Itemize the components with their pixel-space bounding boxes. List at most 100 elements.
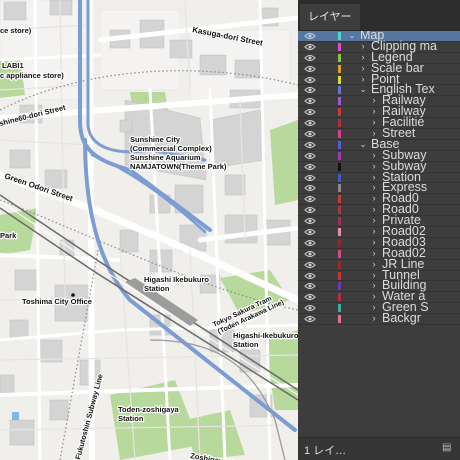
visibility-eye-icon[interactable] bbox=[304, 250, 316, 258]
layer-row[interactable]: › Road02 bbox=[298, 225, 460, 238]
layer-row[interactable]: › Road02 bbox=[298, 246, 460, 260]
label-park: Park bbox=[0, 231, 17, 240]
layer-color-swatch bbox=[338, 64, 341, 73]
label-commercial-complex: (Commercial Complex) bbox=[130, 144, 212, 153]
layer-row[interactable]: › Railway bbox=[298, 105, 460, 119]
layer-color-swatch bbox=[338, 315, 341, 324]
layer-row[interactable]: › Subway bbox=[298, 148, 460, 162]
tab-layers[interactable]: レイヤー bbox=[300, 4, 360, 30]
layer-row[interactable]: ⌄ English Tex bbox=[298, 83, 460, 97]
visibility-eye-icon[interactable] bbox=[304, 174, 316, 182]
expand-chevron-icon[interactable]: › bbox=[359, 63, 367, 72]
visibility-eye-icon[interactable] bbox=[304, 239, 316, 247]
expand-chevron-icon[interactable]: › bbox=[359, 74, 367, 83]
visibility-eye-icon[interactable] bbox=[304, 54, 316, 62]
layer-color-swatch bbox=[338, 140, 341, 149]
water-area bbox=[12, 412, 19, 420]
expand-chevron-icon[interactable]: › bbox=[370, 194, 378, 203]
map-canvas[interactable]: ce store) LABI1 c appliance store) Kasug… bbox=[0, 0, 298, 460]
layer-row[interactable]: › Backgr bbox=[298, 311, 460, 326]
expand-chevron-icon[interactable]: › bbox=[370, 96, 378, 105]
collapse-chevron-icon[interactable]: ⌄ bbox=[359, 139, 367, 148]
label-toden-zoshigaya: Toden-zoshigaya bbox=[118, 405, 180, 414]
expand-chevron-icon[interactable]: › bbox=[370, 107, 378, 116]
layers-panel: レイヤー ⌄ Map › Clipping ma › Legend › Scale bar › P… bbox=[298, 0, 460, 460]
layer-color-swatch bbox=[338, 282, 341, 291]
expand-chevron-icon[interactable]: › bbox=[370, 248, 378, 257]
expand-chevron-icon[interactable]: › bbox=[359, 41, 367, 50]
layer-color-swatch bbox=[338, 173, 341, 182]
expand-chevron-icon[interactable]: › bbox=[370, 292, 378, 301]
visibility-eye-icon[interactable] bbox=[304, 152, 316, 160]
expand-chevron-icon[interactable]: › bbox=[370, 281, 378, 290]
visibility-eye-icon[interactable] bbox=[304, 206, 316, 214]
visibility-eye-icon[interactable] bbox=[304, 119, 316, 127]
app-window: ce store) LABI1 c appliance store) Kasug… bbox=[0, 0, 460, 460]
expand-chevron-icon[interactable]: › bbox=[370, 270, 378, 279]
layer-row[interactable]: › Road0 bbox=[298, 203, 460, 217]
expand-chevron-icon[interactable]: › bbox=[370, 118, 378, 127]
visibility-eye-icon[interactable] bbox=[304, 217, 316, 225]
expand-chevron-icon[interactable]: › bbox=[370, 259, 378, 268]
visibility-eye-icon[interactable] bbox=[304, 261, 316, 269]
layer-row[interactable]: › Building bbox=[298, 279, 460, 293]
expand-chevron-icon[interactable]: › bbox=[359, 52, 367, 61]
visibility-eye-icon[interactable] bbox=[304, 293, 316, 301]
expand-chevron-icon[interactable]: › bbox=[370, 303, 378, 312]
visibility-eye-icon[interactable] bbox=[304, 97, 316, 105]
visibility-eye-icon[interactable] bbox=[304, 304, 316, 312]
layer-color-swatch bbox=[338, 249, 341, 258]
layer-color-swatch bbox=[338, 260, 341, 269]
visibility-eye-icon[interactable] bbox=[304, 315, 316, 323]
expand-chevron-icon[interactable]: › bbox=[370, 227, 378, 236]
visibility-eye-icon[interactable] bbox=[304, 43, 316, 51]
visibility-eye-icon[interactable] bbox=[304, 282, 316, 290]
layer-color-swatch bbox=[338, 228, 341, 237]
layer-list[interactable]: ⌄ Map › Clipping ma › Legend › Scale bar › Point ⌄… bbox=[298, 31, 460, 437]
panel-menu-icon[interactable]: ▤ bbox=[442, 442, 456, 454]
layer-row[interactable]: › Express bbox=[298, 181, 460, 195]
expand-chevron-icon[interactable]: › bbox=[370, 205, 378, 214]
layer-name: Backgr bbox=[382, 311, 421, 326]
label-station-1: Station bbox=[144, 284, 170, 293]
expand-chevron-icon[interactable]: › bbox=[370, 216, 378, 225]
label-appliance: c appliance store) bbox=[0, 71, 64, 80]
visibility-eye-icon[interactable] bbox=[304, 184, 316, 192]
visibility-eye-icon[interactable] bbox=[304, 228, 316, 236]
visibility-eye-icon[interactable] bbox=[304, 195, 316, 203]
layer-color-swatch bbox=[338, 206, 341, 215]
visibility-eye-icon[interactable] bbox=[304, 86, 316, 94]
layer-row[interactable]: › Green S bbox=[298, 301, 460, 315]
layer-row[interactable]: › Station bbox=[298, 170, 460, 184]
visibility-eye-icon[interactable] bbox=[304, 272, 316, 280]
label-toshima-city-office: Toshima City Office bbox=[22, 297, 92, 306]
expand-chevron-icon[interactable]: › bbox=[370, 183, 378, 192]
layer-row[interactable]: › Subway bbox=[298, 159, 460, 173]
visibility-eye-icon[interactable] bbox=[304, 108, 316, 116]
visibility-eye-icon[interactable] bbox=[304, 163, 316, 171]
expand-chevron-icon[interactable]: › bbox=[370, 314, 378, 323]
layer-row[interactable]: › Road0 bbox=[298, 192, 460, 206]
layer-row[interactable]: › JR Line bbox=[298, 257, 460, 271]
expand-chevron-icon[interactable]: › bbox=[370, 129, 378, 138]
collapse-chevron-icon[interactable]: ⌄ bbox=[359, 85, 367, 94]
layer-row[interactable]: › Tunnel bbox=[298, 268, 460, 282]
layer-color-swatch bbox=[338, 304, 341, 313]
layer-row[interactable]: › Water a bbox=[298, 290, 460, 304]
label-station-3: Station bbox=[118, 414, 144, 423]
visibility-eye-icon[interactable] bbox=[304, 65, 316, 73]
visibility-eye-icon[interactable] bbox=[304, 32, 316, 40]
layer-row[interactable]: › Road03 bbox=[298, 235, 460, 249]
layer-row[interactable]: ⌄ Base bbox=[298, 137, 460, 151]
layer-row[interactable]: › Facilitie bbox=[298, 116, 460, 130]
expand-chevron-icon[interactable]: › bbox=[370, 161, 378, 170]
visibility-eye-icon[interactable] bbox=[304, 141, 316, 149]
expand-chevron-icon[interactable]: › bbox=[370, 150, 378, 159]
visibility-eye-icon[interactable] bbox=[304, 130, 316, 138]
visibility-eye-icon[interactable] bbox=[304, 76, 316, 84]
collapse-chevron-icon[interactable]: ⌄ bbox=[348, 31, 356, 40]
layer-row[interactable]: › Railway bbox=[298, 94, 460, 108]
expand-chevron-icon[interactable]: › bbox=[370, 172, 378, 181]
layer-row[interactable]: › Private bbox=[298, 214, 460, 228]
expand-chevron-icon[interactable]: › bbox=[370, 237, 378, 246]
